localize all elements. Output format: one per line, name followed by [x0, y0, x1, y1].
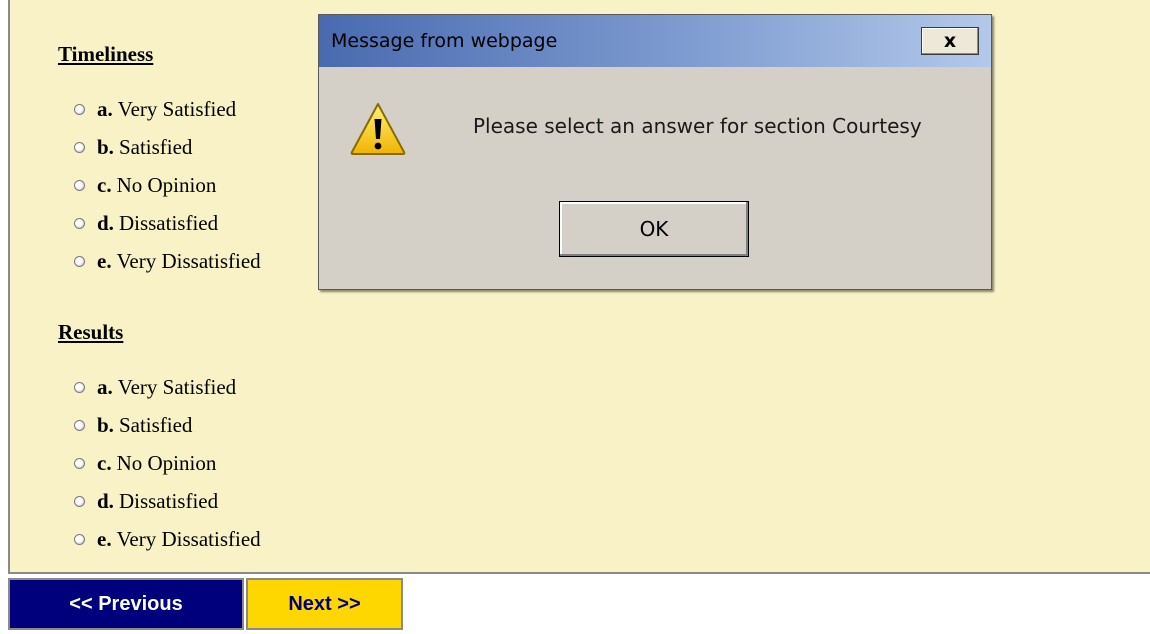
previous-button[interactable]: << Previous: [8, 578, 244, 630]
option-letter: a.: [97, 96, 113, 121]
option-letter: e.: [97, 248, 112, 273]
option-letter: e.: [97, 526, 112, 551]
option-letter: b.: [97, 134, 114, 159]
radio-button[interactable]: [74, 255, 85, 267]
dialog-titlebar[interactable]: Message from webpage x: [319, 15, 991, 67]
close-button[interactable]: x: [921, 27, 979, 55]
next-button[interactable]: Next >>: [246, 578, 403, 630]
option-label: Very Dissatisfied: [116, 526, 261, 551]
radio-button[interactable]: [74, 495, 85, 507]
radio-button[interactable]: [74, 533, 85, 545]
option-letter: a.: [97, 374, 113, 399]
dialog-title: Message from webpage: [331, 30, 558, 52]
option-letter: d.: [97, 210, 114, 235]
option-letter: b.: [97, 412, 114, 437]
option-label: Very Satisfied: [117, 374, 237, 399]
option-label: Very Satisfied: [117, 96, 237, 121]
option-label: Very Dissatisfied: [116, 248, 261, 273]
section-title-timeliness: Timeliness: [58, 42, 154, 66]
section-title-results: Results: [58, 320, 124, 344]
close-icon: x: [943, 30, 957, 52]
radio-button[interactable]: [74, 217, 85, 229]
ok-button[interactable]: OK: [559, 201, 749, 257]
option-letter: c.: [97, 172, 112, 197]
radio-button[interactable]: [74, 457, 85, 469]
option-a[interactable]: a. Very Satisfied: [58, 90, 261, 128]
option-e[interactable]: e. Very Dissatisfied: [58, 242, 261, 280]
option-letter: c.: [97, 450, 112, 475]
option-d[interactable]: d. Dissatisfied: [58, 482, 261, 520]
warning-icon: [350, 103, 406, 155]
radio-button[interactable]: [74, 141, 85, 153]
radio-button[interactable]: [74, 103, 85, 115]
alert-dialog: Message from webpage x Please select an …: [318, 14, 992, 290]
option-label: Dissatisfied: [118, 210, 219, 235]
option-label: Satisfied: [118, 134, 193, 159]
option-b[interactable]: b. Satisfied: [58, 406, 261, 444]
option-label: No Opinion: [116, 172, 217, 197]
option-label: Dissatisfied: [118, 488, 219, 513]
timeliness-options: a. Very Satisfied b. Satisfied c. No Opinio…: [58, 90, 261, 280]
option-e[interactable]: e. Very Dissatisfied: [58, 520, 261, 558]
radio-button[interactable]: [74, 419, 85, 431]
dialog-message: Please select an answer for section Cour…: [473, 114, 922, 138]
navigation-bar: << Previous Next >>: [8, 578, 403, 630]
option-a[interactable]: a. Very Satisfied: [58, 368, 261, 406]
option-b[interactable]: b. Satisfied: [58, 128, 261, 166]
option-label: Satisfied: [118, 412, 193, 437]
radio-button[interactable]: [74, 179, 85, 191]
option-letter: d.: [97, 488, 114, 513]
option-d[interactable]: d. Dissatisfied: [58, 204, 261, 242]
option-c[interactable]: c. No Opinion: [58, 166, 261, 204]
results-options: a. Very Satisfied b. Satisfied c. No Opinio…: [58, 368, 261, 558]
option-label: No Opinion: [116, 450, 217, 475]
option-c[interactable]: c. No Opinion: [58, 444, 261, 482]
radio-button[interactable]: [74, 381, 85, 393]
